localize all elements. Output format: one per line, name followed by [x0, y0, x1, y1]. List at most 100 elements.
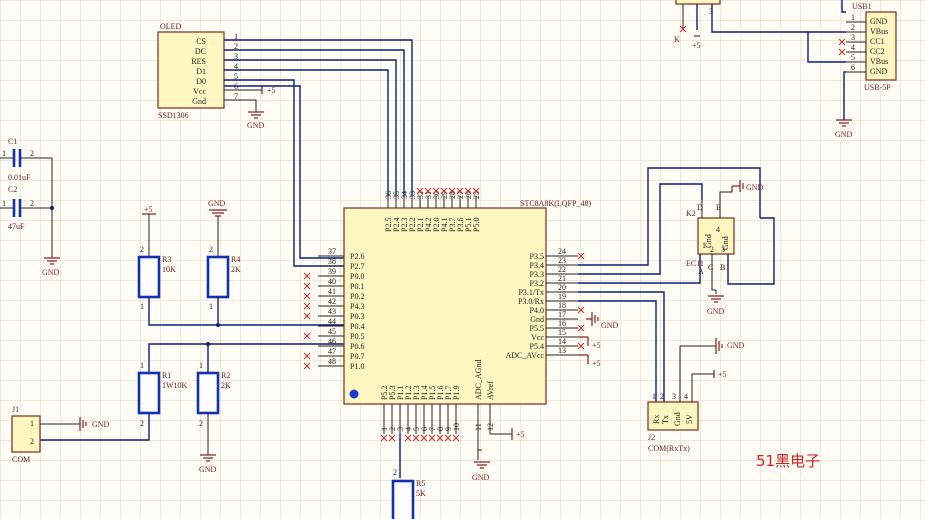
svg-text:P0.5: P0.5: [350, 332, 364, 341]
resistor-r2[interactable]: 1 R2 2K 2 GND: [196, 342, 231, 474]
svg-text:P1.9: P1.9: [452, 386, 461, 400]
svg-text:P0.3: P0.3: [350, 312, 364, 321]
oled-pin-label: Vcc: [193, 87, 206, 96]
svg-text:13: 13: [558, 346, 566, 355]
r4-supply: GND: [208, 199, 226, 208]
usb-ref: USB1: [852, 2, 872, 11]
usb-pin-number: 5: [851, 53, 855, 62]
svg-text:39: 39: [328, 267, 336, 276]
ec11-side-b: B: [720, 263, 725, 272]
j2-pin-label: Rx: [652, 415, 661, 424]
r5-pin2: 2: [393, 468, 397, 477]
usb-pin-label: CC1: [870, 37, 885, 46]
svg-text:P0.0: P0.0: [350, 272, 364, 281]
svg-text:41: 41: [328, 287, 336, 296]
j2-pin-number: 2: [660, 392, 664, 401]
svg-text:17: 17: [558, 310, 566, 319]
usb-pin-label: VBus: [870, 27, 888, 36]
oled-vcc-supply: +5: [267, 86, 276, 95]
r4-ref: R4: [231, 255, 240, 264]
ground-icon: [732, 180, 744, 192]
svg-text:P3.5: P3.5: [530, 252, 544, 261]
r5-ref: R5: [416, 479, 425, 488]
r2-pin2: 2: [199, 419, 203, 428]
r3-pin2: 2: [140, 245, 144, 254]
j1-part: COM: [12, 455, 30, 464]
mcu-gnd-label: GND: [601, 321, 619, 330]
ground-icon: [248, 111, 264, 119]
j1-gnd-label: GND: [92, 420, 110, 429]
capacitor-c1[interactable]: C1 1 2 0.01uF: [0, 137, 52, 182]
j2-pin-number: 1: [652, 392, 656, 401]
r1-pin2: 2: [140, 419, 144, 428]
svg-text:P3.3: P3.3: [530, 270, 544, 279]
svg-text:45: 45: [328, 327, 336, 336]
svg-text:P3.2: P3.2: [530, 279, 544, 288]
svg-text:P3.1/Tx: P3.1/Tx: [518, 288, 544, 297]
resistor-r4[interactable]: GND 2 R4 2K 1: [206, 199, 241, 327]
svg-text:P5.0: P5.0: [472, 218, 481, 232]
j2-pin-label: Gnd: [673, 412, 682, 426]
svg-text:16: 16: [558, 319, 566, 328]
oled-body: [157, 31, 225, 109]
resistor-r3[interactable]: +5 2 R3 10K 1: [137, 205, 344, 326]
oled-pin-label: D0: [196, 77, 206, 86]
ground-icon: [715, 338, 723, 354]
svg-text:14: 14: [558, 337, 566, 346]
connector-j1[interactable]: J1 1 2 COM GND: [11, 405, 110, 464]
svg-text:P3.0/Rx: P3.0/Rx: [518, 297, 544, 306]
svg-text:Gnd: Gnd: [530, 315, 544, 324]
j2-gnd-label: GND: [727, 341, 745, 350]
c1-pin2: 2: [30, 149, 34, 158]
svg-text:P2.7: P2.7: [350, 262, 364, 271]
svg-text:AVref: AVref: [486, 381, 495, 400]
svg-text:43: 43: [328, 307, 336, 316]
svg-text:21: 21: [558, 274, 566, 283]
svg-text:47: 47: [328, 347, 336, 356]
r5-value: 5K: [416, 489, 426, 498]
usb-connector[interactable]: USB1 GND VBus CC1 CC2 VBus GND 1 2 3 4 5…: [807, 0, 897, 139]
oled-module[interactable]: OLED CS DC RES D1 D0 Vcc Gnd SSD1306 1 2…: [157, 22, 276, 130]
svg-text:10: 10: [452, 423, 461, 431]
c1-value: 0.01uF: [8, 173, 31, 182]
ec11-gnd-label: GND: [746, 183, 764, 192]
oled-part: SSD1306: [158, 111, 189, 120]
j2-pin-number: 3: [672, 392, 676, 401]
r2-gnd: GND: [199, 465, 217, 474]
svg-text:15: 15: [558, 328, 566, 337]
svg-text:P4.0: P4.0: [530, 306, 544, 315]
ec11-pin-4: 4: [716, 225, 720, 234]
ground-icon: [200, 454, 216, 462]
svg-text:42: 42: [328, 297, 336, 306]
svg-text:P3.4: P3.4: [530, 261, 544, 270]
ground-icon: [474, 461, 490, 469]
mcu-agnd-label: GND: [472, 473, 490, 482]
usb-pin-number: 4: [851, 43, 855, 52]
oled-ref: OLED: [160, 22, 182, 31]
c2-pin2: 2: [30, 199, 34, 208]
svg-text:18: 18: [558, 301, 566, 310]
svg-text:P4.3: P4.3: [350, 302, 364, 311]
ec11-pin-1: 1: [702, 241, 706, 250]
svg-text:P0.2: P0.2: [350, 292, 364, 301]
oled-gnd-label: GND: [247, 121, 265, 130]
svg-text:ADC_AGnd: ADC_AGnd: [474, 360, 483, 400]
svg-text:22: 22: [558, 265, 566, 274]
c2-ref: C2: [8, 185, 17, 194]
resistor-r5[interactable]: 2 R5 5K: [391, 434, 426, 519]
svg-text:P1.0: P1.0: [350, 362, 364, 371]
rotary-encoder-ec11[interactable]: K2 D E Gnd Gnd 4 1 2 3 EC11 A C B GND GN…: [578, 167, 775, 316]
ground-icon: [44, 257, 60, 265]
cap-gnd-label: GND: [42, 268, 60, 277]
ec11-pin-2: 2: [710, 245, 714, 254]
usb-pin-number: 2: [851, 23, 855, 32]
oled-gnd-wire: [224, 99, 257, 112]
svg-text:P0.1: P0.1: [350, 282, 364, 291]
r2-ref: R2: [221, 371, 230, 380]
mcu-vcc-label: +5: [592, 341, 601, 350]
schematic-sheet: OLED CS DC RES D1 D0 Vcc Gnd SSD1306 1 2…: [0, 0, 926, 519]
usb-pin-number: 1: [851, 13, 855, 22]
mcu-stc8a8k[interactable]: STC8A8K(LQFP_48) 36 35 34 33 32 31 30 29…: [303, 187, 619, 482]
capacitor-c2[interactable]: C2 1 2 47uF: [0, 185, 52, 231]
connector-j2[interactable]: Rx Tx Gnd 5V 1 2 3 4 J2 COM(RxTx) GND +5: [578, 291, 745, 453]
